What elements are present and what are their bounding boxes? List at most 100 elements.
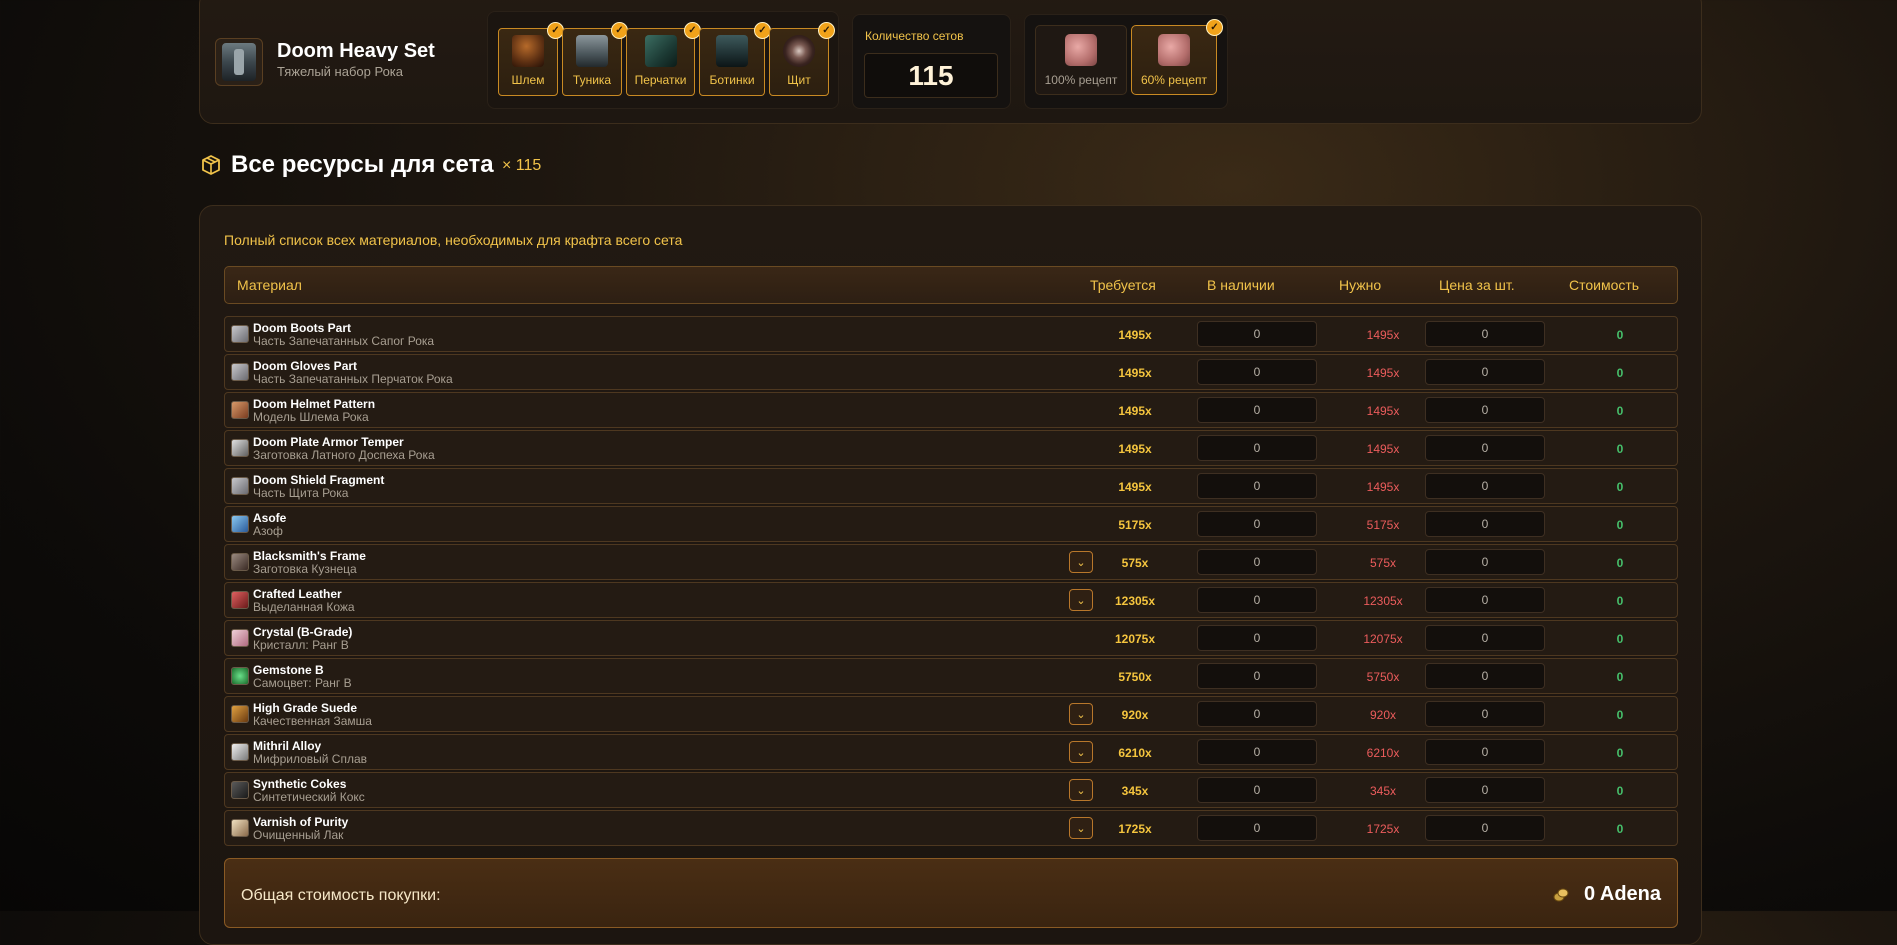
price-input[interactable]	[1425, 777, 1545, 803]
chevron-down-icon[interactable]: ⌄	[1069, 779, 1093, 801]
set-header-panel: Doom Heavy Set Тяжелый набор Рока B Шлем…	[199, 0, 1702, 124]
set-title: Doom Heavy Set	[277, 40, 435, 62]
in-stock-input[interactable]	[1197, 815, 1317, 841]
table-row: Doom Boots Part Часть Запечатанных Сапог …	[224, 316, 1678, 352]
part-shield-button[interactable]: Щит ✓	[769, 22, 835, 96]
price-input[interactable]	[1425, 739, 1545, 765]
price-input[interactable]	[1425, 587, 1545, 613]
in-stock-input[interactable]	[1197, 625, 1317, 651]
part-icon	[231, 363, 249, 381]
temper-icon	[231, 439, 249, 457]
material-name: Doom Gloves Part	[253, 359, 358, 373]
check-icon: ✓	[1206, 19, 1223, 36]
material-name-ru: Кристалл: Ранг B	[253, 638, 349, 652]
header-needed: Нужно	[1339, 277, 1382, 293]
gemstone-icon	[231, 667, 249, 685]
needed-amount: 575x	[1369, 556, 1397, 570]
chevron-down-icon[interactable]: ⌄	[1069, 551, 1093, 573]
material-name-ru: Очищенный Лак	[253, 828, 344, 842]
part-tunic-button[interactable]: Туника ✓	[562, 22, 628, 96]
in-stock-input[interactable]	[1197, 663, 1317, 689]
required-amount: 575x	[1121, 556, 1149, 570]
row-cost: 0	[1616, 822, 1624, 836]
part-label: Туника	[572, 73, 612, 87]
needed-amount: 920x	[1369, 708, 1397, 722]
required-amount: 6210x	[1118, 746, 1152, 760]
recipe-100-button[interactable]: 100% рецепт	[1035, 25, 1127, 95]
in-stock-input[interactable]	[1197, 473, 1317, 499]
table-row: Crafted LeatherВыделанная Кожа ⌄ 12305x 123…	[224, 582, 1678, 618]
in-stock-input[interactable]	[1197, 511, 1317, 537]
part-boots-button[interactable]: Ботинки ✓	[699, 22, 771, 96]
price-input[interactable]	[1425, 663, 1545, 689]
row-cost: 0	[1616, 328, 1624, 342]
in-stock-input[interactable]	[1197, 701, 1317, 727]
table-row: Synthetic CokesСинтетический Кокс ⌄ 345x 34…	[224, 772, 1678, 808]
recipe-60-button[interactable]: 60% рецепт ✓	[1131, 19, 1223, 95]
in-stock-input[interactable]	[1197, 321, 1317, 347]
chevron-down-icon[interactable]: ⌄	[1069, 703, 1093, 725]
table-header: Материал Требуется В наличии Нужно Цена …	[224, 266, 1678, 304]
price-input[interactable]	[1425, 625, 1545, 651]
needed-amount: 1725x	[1366, 822, 1400, 836]
table-row: Blacksmith's Frame Заготовка Кузнеца ⌄ 575x…	[224, 544, 1678, 580]
total-bar: Общая стоимость покупки: 0 Adena	[224, 858, 1678, 928]
part-label: Щит	[787, 73, 811, 87]
set-count-input[interactable]: 115	[864, 53, 998, 98]
chevron-down-icon[interactable]: ⌄	[1069, 817, 1093, 839]
frame-icon	[231, 553, 249, 571]
required-amount: 5750x	[1118, 670, 1152, 684]
price-input[interactable]	[1425, 815, 1545, 841]
part-gloves-button[interactable]: Перчатки ✓	[626, 22, 701, 96]
material-name: Crafted Leather	[253, 587, 342, 601]
material-name-ru: Качественная Замша	[253, 714, 372, 728]
in-stock-input[interactable]	[1197, 549, 1317, 575]
in-stock-input[interactable]	[1197, 587, 1317, 613]
required-amount: 1495x	[1118, 480, 1152, 494]
recipe-icon	[1065, 34, 1097, 66]
price-input[interactable]	[1425, 549, 1545, 575]
needed-amount: 12075x	[1363, 632, 1403, 646]
row-cost: 0	[1616, 708, 1624, 722]
material-name-ru: Выделанная Кожа	[253, 600, 355, 614]
material-name-ru: Часть Запечатанных Перчаток Рока	[253, 372, 453, 386]
price-input[interactable]	[1425, 435, 1545, 461]
recipe-label: 100% рецепт	[1044, 73, 1118, 87]
in-stock-input[interactable]	[1197, 359, 1317, 385]
price-input[interactable]	[1425, 473, 1545, 499]
set-parts-selector: Шлем ✓ Туника ✓ Перчатки ✓ Ботинки ✓ Щит…	[487, 11, 839, 109]
in-stock-input[interactable]	[1197, 777, 1317, 803]
needed-amount: 1495x	[1366, 328, 1400, 342]
price-input[interactable]	[1425, 701, 1545, 727]
material-name: Gemstone B	[253, 663, 324, 677]
cokes-icon	[231, 781, 249, 799]
part-label: Шлем	[511, 73, 545, 87]
pattern-icon	[231, 401, 249, 419]
chevron-down-icon[interactable]: ⌄	[1069, 741, 1093, 763]
required-amount: 1495x	[1118, 442, 1152, 456]
needed-amount: 5750x	[1366, 670, 1400, 684]
header-required: Требуется	[1090, 277, 1156, 293]
package-icon	[202, 155, 220, 175]
material-name-ru: Заготовка Кузнеца	[253, 562, 357, 576]
price-input[interactable]	[1425, 321, 1545, 347]
price-input[interactable]	[1425, 359, 1545, 385]
recipe-label: 60% рецепт	[1140, 73, 1208, 87]
price-input[interactable]	[1425, 397, 1545, 423]
in-stock-input[interactable]	[1197, 739, 1317, 765]
in-stock-input[interactable]	[1197, 397, 1317, 423]
part-helmet-button[interactable]: Шлем ✓	[498, 22, 564, 96]
tunic-icon	[576, 35, 608, 67]
material-name-ru: Мифриловый Сплав	[253, 752, 368, 766]
material-name-ru: Модель Шлема Рока	[253, 410, 369, 424]
required-amount: 1495x	[1118, 366, 1152, 380]
table-row: Doom Plate Armor Temper Заготовка Латного…	[224, 430, 1678, 466]
section-description: Полный список всех материалов, необходим…	[224, 232, 683, 248]
row-cost: 0	[1616, 404, 1624, 418]
alloy-icon	[231, 743, 249, 761]
total-value: 0 Adena	[1583, 883, 1661, 905]
chevron-down-icon[interactable]: ⌄	[1069, 589, 1093, 611]
price-input[interactable]	[1425, 511, 1545, 537]
in-stock-input[interactable]	[1197, 435, 1317, 461]
table-row: Gemstone BСамоцвет: Ранг B 5750x 5750x 0	[224, 658, 1678, 694]
